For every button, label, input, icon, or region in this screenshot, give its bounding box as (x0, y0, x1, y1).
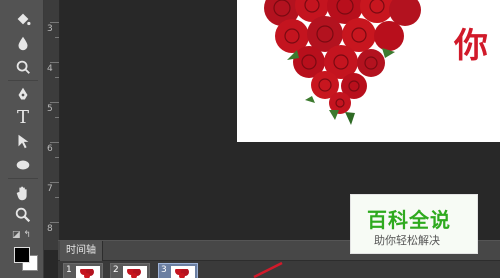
ruler-label: 4 (47, 64, 53, 74)
frame-thumbnail (123, 266, 147, 278)
swap-colors-icon[interactable]: ◪ ↰ (12, 230, 31, 240)
vertical-ruler: 3 4 5 6 7 8 (44, 0, 60, 250)
tools-panel: T ◪ ↰ (0, 0, 44, 278)
watermark-subtitle: 助你轻松解决 (374, 234, 440, 247)
toolbar-divider (8, 80, 38, 81)
document-canvas[interactable]: 你 (237, 0, 500, 142)
ruler-label: 3 (47, 24, 53, 34)
timeline-frame-3[interactable]: 3 (158, 263, 198, 278)
ruler-label: 7 (47, 184, 53, 194)
timeline-frame-1[interactable]: 1 (63, 263, 103, 278)
ruler-label: 5 (47, 104, 53, 114)
type-icon[interactable]: T (12, 106, 34, 128)
frame-number: 3 (161, 265, 167, 275)
foreground-color-swatch[interactable] (14, 247, 30, 263)
frame-number: 1 (66, 265, 72, 275)
tab-timeline[interactable]: 时间轴 (60, 241, 103, 261)
frame-number: 2 (113, 265, 119, 275)
path-select-icon[interactable] (12, 130, 34, 152)
zoom-icon[interactable] (12, 204, 34, 226)
ruler-label: 6 (47, 144, 53, 154)
hand-icon[interactable] (12, 182, 34, 204)
toolbar-divider (8, 178, 38, 179)
red-arrow-annotation (253, 261, 283, 278)
pen-icon[interactable] (12, 84, 34, 106)
timeline-frame-2[interactable]: 2 (110, 263, 150, 278)
ellipse-icon[interactable] (12, 154, 34, 176)
watermark-title: 百科全说 (367, 208, 451, 232)
frame-thumbnail (76, 266, 100, 278)
document-text-layer: 你 (454, 26, 488, 66)
dodge-icon[interactable] (12, 56, 34, 78)
paint-bucket-icon[interactable] (12, 8, 34, 30)
ruler-label: 8 (47, 224, 53, 234)
blur-icon[interactable] (12, 32, 34, 54)
type-tool-glyph: T (16, 106, 29, 128)
watermark-logo: 百科全说 助你轻松解决 (350, 194, 478, 254)
frame-thumbnail (171, 266, 195, 278)
